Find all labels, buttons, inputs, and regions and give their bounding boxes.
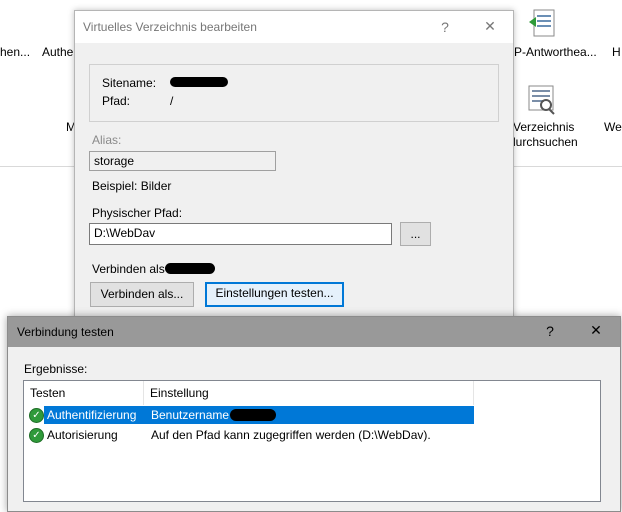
setting-cell: Auf den Pfad kann zugegriffen werden (D:… (151, 428, 431, 442)
alias-label: Alias: (92, 133, 122, 147)
connect-as-label: Verbinden als (92, 262, 165, 276)
table-row[interactable]: ✓ Autorisierung Auf den Pfad kann zugegr… (24, 426, 600, 444)
results-list[interactable]: Testen Einstellung ✓ Authentifizierung B… (23, 380, 601, 502)
feature-label-directory-browsing-1[interactable]: Verzeichnis (513, 120, 574, 134)
dialog-titlebar[interactable]: Virtuelles Verzeichnis bearbeiten ? ✕ (75, 11, 513, 43)
example-text: Beispiel: Bilder (92, 179, 172, 193)
physical-path-field[interactable]: D:\WebDav (89, 223, 392, 245)
http-headers-icon[interactable] (528, 8, 558, 40)
feature-label-http-headers[interactable]: P-Antworthea... (514, 45, 597, 59)
dialog-title: Virtuelles Verzeichnis bearbeiten (83, 20, 257, 34)
alias-field[interactable]: storage (89, 151, 276, 171)
column-header-test[interactable]: Testen (24, 381, 144, 405)
test-cell: Authentifizierung (44, 406, 144, 424)
connect-as-button[interactable]: Verbinden als... (90, 282, 194, 307)
dialog-title: Verbindung testen (17, 325, 114, 339)
help-icon[interactable]: ? (542, 323, 558, 339)
redacted-user (165, 263, 215, 274)
close-icon[interactable]: ✕ (479, 18, 501, 35)
feature-label-partial-5[interactable]: We (604, 120, 622, 134)
path-value: / (170, 94, 174, 108)
site-info-box: Sitename: Pfad: / (89, 64, 499, 122)
dialog-titlebar[interactable]: Verbindung testen ? ✕ (8, 317, 620, 347)
setting-cell: Benutzername (144, 406, 474, 424)
help-icon[interactable]: ? (437, 19, 453, 35)
redacted-sitename (170, 77, 228, 87)
edit-virtual-directory-dialog: Virtuelles Verzeichnis bearbeiten ? ✕ Si… (74, 10, 514, 332)
test-settings-button[interactable]: Einstellungen testen... (205, 282, 344, 307)
directory-browsing-icon[interactable] (526, 84, 558, 116)
feature-label-partial-3[interactable]: H (612, 45, 621, 59)
feature-label-partial-2[interactable]: Authe (42, 45, 73, 59)
feature-label-partial-1[interactable]: hen... (0, 45, 30, 59)
success-check-icon: ✓ (29, 428, 44, 443)
success-check-icon: ✓ (29, 408, 44, 423)
results-label: Ergebnisse: (24, 362, 88, 376)
sitename-label: Sitename: (102, 76, 157, 90)
test-cell: Autorisierung (47, 428, 118, 442)
browse-button[interactable]: ... (400, 222, 431, 246)
feature-label-directory-browsing-2[interactable]: durchsuchen (509, 135, 578, 149)
physical-path-label: Physischer Pfad: (92, 206, 183, 220)
close-icon[interactable]: ✕ (585, 322, 607, 339)
test-connection-dialog: Verbindung testen ? ✕ Ergebnisse: Testen… (7, 316, 621, 512)
redacted-username (230, 409, 276, 421)
column-header-setting[interactable]: Einstellung (144, 381, 474, 405)
table-row[interactable]: ✓ Authentifizierung Benutzername (24, 406, 600, 424)
path-label: Pfad: (102, 94, 131, 108)
